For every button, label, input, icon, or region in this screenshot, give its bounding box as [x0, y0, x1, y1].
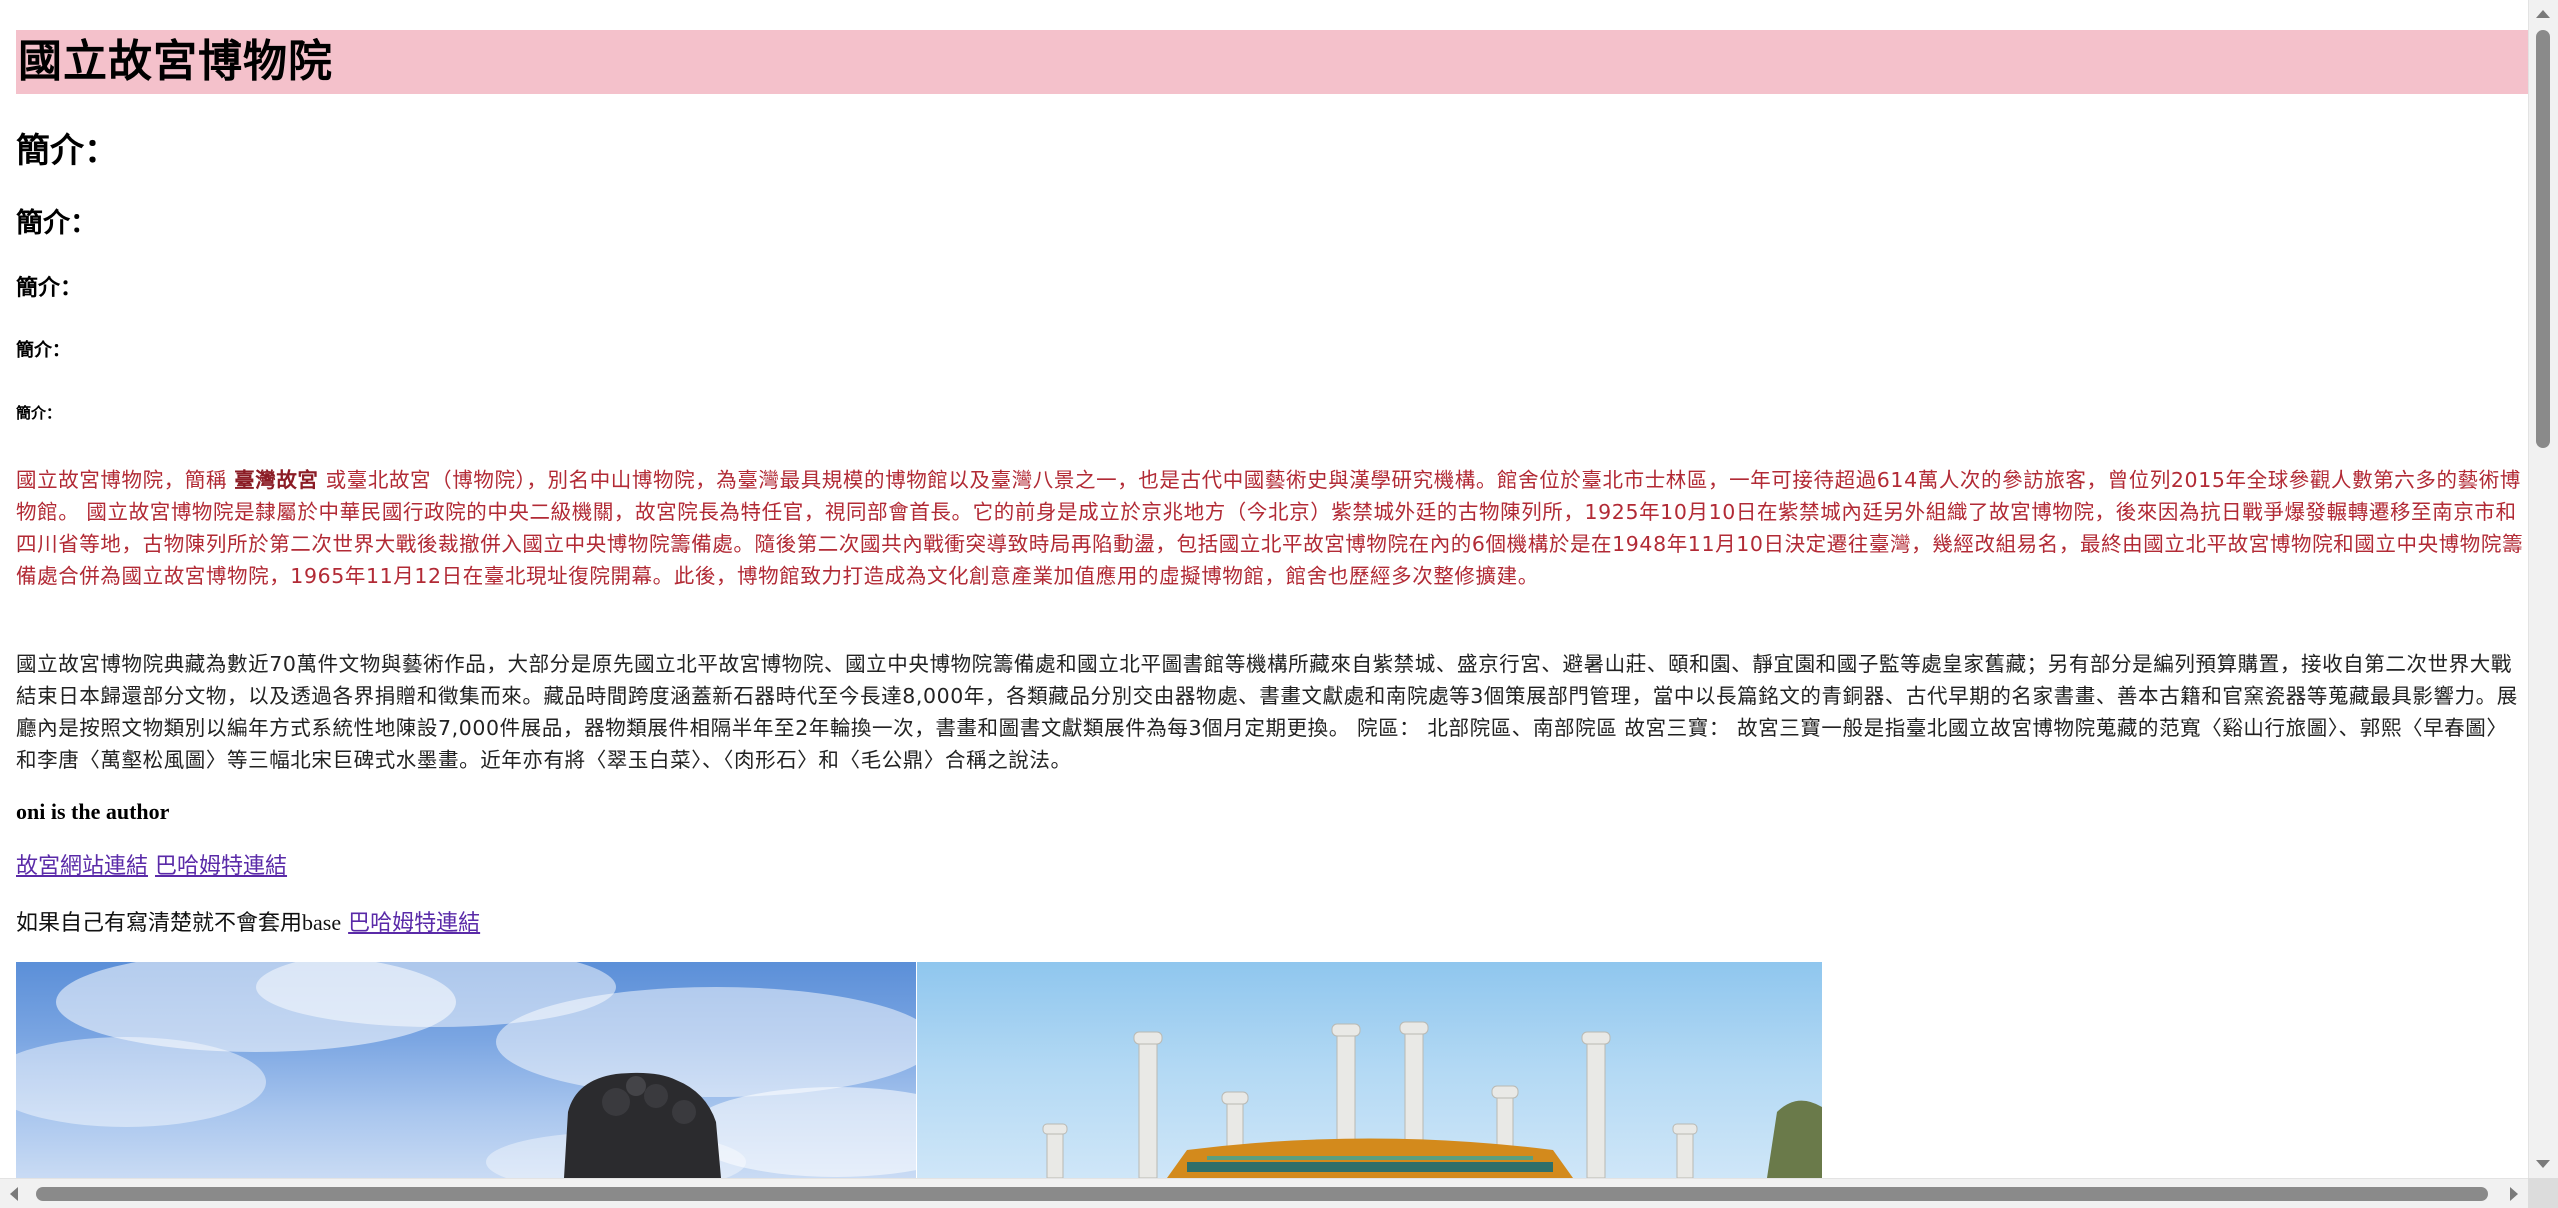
- scroll-down-arrow-icon[interactable]: [2536, 1160, 2550, 1168]
- heading-h6-intro: 簡介：: [16, 404, 62, 422]
- collection-paragraph: 國立故宮博物院典藏為數近70萬件文物與藝術作品，大部分是原先國立北平故宮博物院、…: [16, 648, 2526, 776]
- horizontal-scrollbar[interactable]: [0, 1178, 2528, 1208]
- intro-paragraph-body: 國立故宮博物院，簡稱 臺灣故宮 或臺北故宮（博物院），別名中山博物院，為臺灣最具…: [16, 468, 2523, 588]
- intro-bold-name: 臺灣故宮: [234, 468, 319, 492]
- intro-prefix: 國立故宮博物院，簡稱: [16, 468, 235, 492]
- base-note: 如果自己有寫清楚就不會套用base 巴哈姆特連結: [16, 907, 480, 940]
- scroll-right-arrow-icon[interactable]: [2510, 1187, 2518, 1201]
- vertical-scrollbar-thumb[interactable]: [2536, 30, 2550, 448]
- collection-paragraph-body: 國立故宮博物院典藏為數近70萬件文物與藝術作品，大部分是原先國立北平故宮博物院、…: [16, 652, 2518, 772]
- page-title: 國立故宮博物院: [16, 30, 2528, 94]
- base-bahamut-link[interactable]: 巴哈姆特連結: [348, 911, 480, 936]
- base-note-text: 如果自己有寫清楚就不會套用: [16, 911, 303, 936]
- intro-paragraph: 國立故宮博物院，簡稱 臺灣故宮 或臺北故宮（博物院），別名中山博物院，為臺灣最具…: [16, 464, 2526, 592]
- palace-site-link[interactable]: 故宮網站連結: [16, 854, 148, 879]
- horizontal-scrollbar-thumb[interactable]: [36, 1187, 2488, 1201]
- intro-suffix: 或臺北故宮（博物院），別名中山博物院，為臺灣最具規模的博物館以及臺灣八景之一，也…: [16, 468, 2524, 588]
- palace-gate-illustration: [1042, 1021, 1822, 1178]
- scrollbar-corner: [2528, 1178, 2558, 1208]
- lion-statue-illustration: [16, 962, 916, 1178]
- heading-h2-intro: 簡介：: [16, 131, 118, 171]
- heading-h3-intro: 簡介：: [16, 208, 97, 239]
- bahamut-link[interactable]: 巴哈姆特連結: [155, 854, 287, 879]
- links-row: 故宮網站連結 巴哈姆特連結: [16, 851, 287, 883]
- scroll-up-arrow-icon[interactable]: [2536, 10, 2550, 18]
- palace-gate-photo: [917, 962, 1822, 1178]
- heading-h5-intro: 簡介：: [16, 340, 70, 361]
- vertical-scrollbar[interactable]: [2528, 0, 2558, 1178]
- base-note-latin: base: [302, 910, 342, 935]
- author-line: oni is the author: [16, 799, 170, 824]
- page: 國立故宮博物院 簡介： 簡介： 簡介： 簡介： 簡介： 國立故宮博物院，簡稱 臺…: [0, 0, 2528, 1178]
- scroll-left-arrow-icon[interactable]: [10, 1187, 18, 1201]
- heading-h4-intro: 簡介：: [16, 276, 83, 301]
- lion-statue-photo: [16, 962, 916, 1178]
